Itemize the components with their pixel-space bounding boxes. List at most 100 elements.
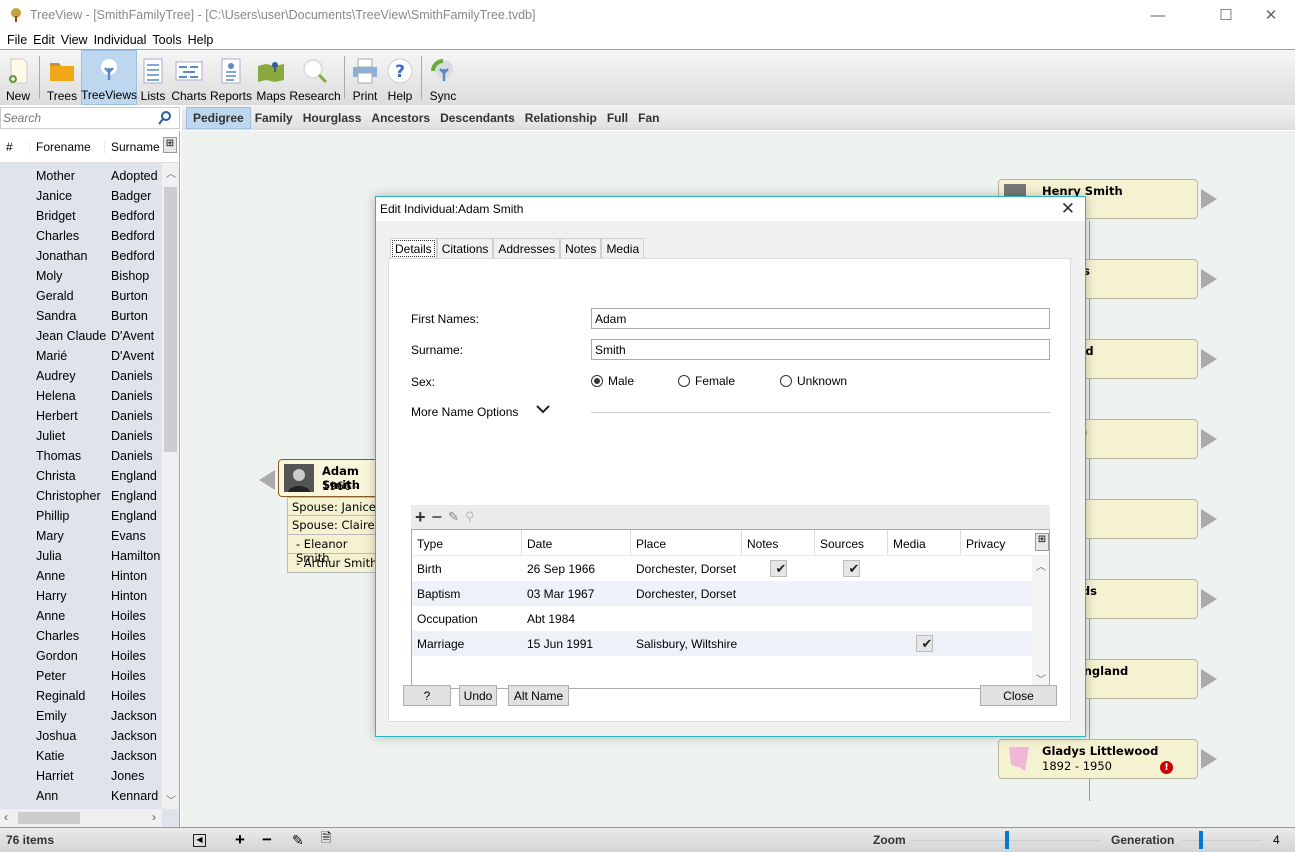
column-surname[interactable]: Surname bbox=[105, 140, 163, 154]
list-item[interactable]: Thomas Daniels bbox=[0, 446, 162, 466]
list-item[interactable]: Emily Jackson bbox=[0, 706, 162, 726]
tab-descendants[interactable]: Descendants bbox=[434, 108, 521, 128]
sex-unknown-radio[interactable]: Unknown bbox=[780, 374, 847, 388]
list-item[interactable]: Gordon Hoiles bbox=[0, 646, 162, 666]
list-item[interactable]: Harry Hinton bbox=[0, 586, 162, 606]
list-item[interactable]: Peter Hoiles bbox=[0, 666, 162, 686]
column-type[interactable]: Type bbox=[412, 530, 522, 555]
list-item[interactable]: Christopher England bbox=[0, 486, 162, 506]
more-name-options-label[interactable]: More Name Options bbox=[411, 405, 518, 419]
toolbar-trees-button[interactable]: Trees bbox=[43, 50, 81, 105]
child-item[interactable]: - Arthur Smith bbox=[287, 554, 387, 573]
tab-pedigree[interactable]: Pedigree bbox=[186, 106, 251, 129]
tab-full[interactable]: Full bbox=[601, 108, 634, 128]
list-horizontal-scrollbar[interactable]: ‹ › bbox=[0, 809, 162, 827]
list-item[interactable]: Audrey Daniels bbox=[0, 366, 162, 386]
generation-slider[interactable] bbox=[1182, 831, 1262, 849]
list-item[interactable]: Sandra Burton bbox=[0, 306, 162, 326]
tab-addresses[interactable]: Addresses bbox=[493, 238, 561, 259]
help-button[interactable]: ? bbox=[403, 685, 451, 706]
list-item[interactable]: Julia Hamilton bbox=[0, 546, 162, 566]
tab-media[interactable]: Media bbox=[601, 238, 645, 259]
tab-hourglass[interactable]: Hourglass bbox=[297, 108, 368, 128]
list-item[interactable]: Mary Evans bbox=[0, 526, 162, 546]
event-row[interactable]: Birth 26 Sep 1966 Dorchester, Dorset ✔ ✔ bbox=[412, 556, 1033, 581]
list-item[interactable]: Joshua Jackson bbox=[0, 726, 162, 746]
list-item[interactable]: Christa England bbox=[0, 466, 162, 486]
tab-details[interactable]: Details bbox=[390, 238, 437, 259]
spouse-item[interactable]: Spouse: Janice bbox=[287, 497, 387, 516]
list-item[interactable]: Anne Hinton bbox=[0, 566, 162, 586]
column-date[interactable]: Date bbox=[522, 530, 631, 555]
menu-view[interactable]: View bbox=[58, 33, 91, 47]
add-icon[interactable]: + bbox=[235, 830, 245, 850]
column-chooser-icon[interactable]: ⊞ bbox=[1035, 533, 1049, 551]
column-sources[interactable]: Sources bbox=[815, 530, 888, 555]
expand-ancestor-arrow[interactable] bbox=[1201, 189, 1217, 209]
dialog-close-icon[interactable]: ✕ bbox=[1061, 199, 1075, 219]
key-icon[interactable]: ⚲ bbox=[465, 509, 475, 525]
column-place[interactable]: Place bbox=[631, 530, 742, 555]
close-button[interactable]: Close bbox=[980, 685, 1057, 706]
generation-slider-thumb[interactable] bbox=[1199, 831, 1203, 849]
remove-icon[interactable]: − bbox=[262, 830, 272, 850]
edit-icon[interactable]: ✎ bbox=[292, 832, 304, 849]
scroll-down-icon[interactable]: ﹀ bbox=[166, 792, 176, 807]
menu-edit[interactable]: Edit bbox=[30, 33, 58, 47]
undo-button[interactable]: Undo bbox=[459, 685, 497, 706]
event-row[interactable]: Baptism 03 Mar 1967 Dorchester, Dorset bbox=[412, 581, 1033, 606]
list-item[interactable]: Ann Kennard bbox=[0, 786, 162, 806]
expand-ancestor-arrow[interactable] bbox=[1201, 429, 1217, 449]
search-input[interactable] bbox=[1, 111, 151, 125]
list-item[interactable]: Juliet Daniels bbox=[0, 426, 162, 446]
list-item[interactable]: Herbert Daniels bbox=[0, 406, 162, 426]
scroll-up-icon[interactable]: ︿ bbox=[1036, 558, 1046, 573]
scroll-right-icon[interactable]: › bbox=[152, 810, 156, 824]
column-media[interactable]: Media bbox=[888, 530, 961, 555]
column-privacy[interactable]: Privacy bbox=[961, 530, 1033, 555]
toolbar-lists-button[interactable]: Lists bbox=[137, 50, 169, 105]
add-event-icon[interactable]: + bbox=[415, 507, 426, 528]
tab-relationship[interactable]: Relationship bbox=[519, 108, 603, 128]
chevron-down-icon[interactable] bbox=[535, 403, 551, 415]
list-item[interactable]: Marié D'Avent bbox=[0, 346, 162, 366]
menu-file[interactable]: File bbox=[4, 33, 30, 47]
minimize-button[interactable]: — bbox=[1135, 0, 1181, 30]
search-icon[interactable] bbox=[157, 110, 173, 126]
remove-event-icon[interactable]: − bbox=[432, 507, 443, 528]
surname-input[interactable]: Smith bbox=[591, 339, 1050, 360]
list-item[interactable]: Moly Bishop bbox=[0, 266, 162, 286]
column-chooser-icon[interactable]: ⊞ bbox=[163, 137, 177, 153]
list-item[interactable]: Jean Claude D'Avent bbox=[0, 326, 162, 346]
list-item[interactable]: Anne Hoiles bbox=[0, 606, 162, 626]
spouse-item[interactable]: Spouse: Claire bbox=[287, 516, 387, 535]
toolbar-maps-button[interactable]: Maps bbox=[253, 50, 289, 105]
list-item[interactable]: Helena Daniels bbox=[0, 386, 162, 406]
toolbar-sync-button[interactable]: Sync bbox=[425, 50, 461, 105]
toolbar-print-button[interactable]: Print bbox=[348, 50, 382, 105]
events-scrollbar[interactable]: ︿ ﹀ bbox=[1032, 556, 1049, 688]
pdf-icon[interactable]: 🗎 bbox=[321, 829, 331, 851]
event-row[interactable]: Occupation Abt 1984 bbox=[412, 606, 1033, 631]
list-item[interactable]: Mother Adopted bbox=[0, 166, 162, 186]
toolbar-treeviews-button[interactable]: TreeViews bbox=[81, 50, 137, 105]
maximize-button[interactable]: ☐ bbox=[1203, 0, 1249, 30]
list-item[interactable]: Gerald Burton bbox=[0, 286, 162, 306]
scroll-left-icon[interactable]: ‹ bbox=[4, 810, 8, 824]
alt-name-button[interactable]: Alt Name bbox=[508, 685, 569, 706]
menu-individual[interactable]: Individual bbox=[91, 33, 150, 47]
tab-citations[interactable]: Citations bbox=[436, 238, 494, 259]
menu-help[interactable]: Help bbox=[185, 33, 217, 47]
toolbar-charts-button[interactable]: Charts bbox=[169, 50, 209, 105]
toolbar-help-button[interactable]: ? Help bbox=[382, 50, 418, 105]
edit-event-icon[interactable]: ✎ bbox=[448, 509, 459, 525]
list-vertical-scrollbar[interactable]: ︿ ﹀ bbox=[162, 163, 179, 809]
list-item[interactable]: Janice Badger bbox=[0, 186, 162, 206]
tab-fan[interactable]: Fan bbox=[632, 108, 665, 128]
first-names-input[interactable]: Adam bbox=[591, 308, 1050, 329]
list-item[interactable]: Phillip England bbox=[0, 506, 162, 526]
zoom-slider-thumb[interactable] bbox=[1005, 831, 1009, 849]
expand-ancestor-arrow[interactable] bbox=[1201, 509, 1217, 529]
event-row[interactable]: Marriage 15 Jun 1991 Salisbury, Wiltshire ✔ bbox=[412, 631, 1033, 656]
zoom-slider[interactable] bbox=[910, 831, 1100, 849]
